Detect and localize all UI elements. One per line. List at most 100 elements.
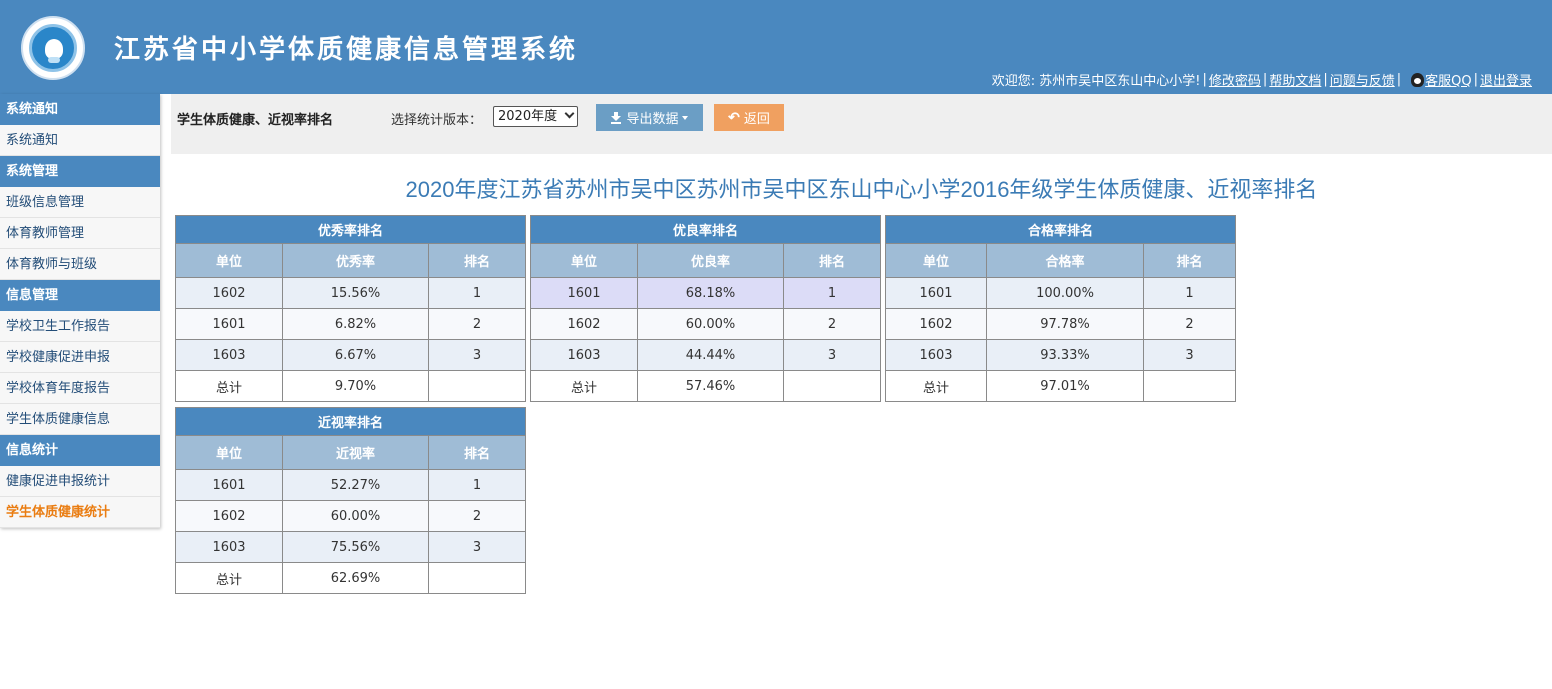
sidebar-item-student-health-info[interactable]: 学生体质健康信息	[0, 404, 160, 435]
separator: |	[1473, 72, 1478, 87]
sidebar-section-info-management[interactable]: 信息管理	[0, 280, 160, 311]
rate-cell: 93.33%	[986, 339, 1144, 371]
unit-cell: 1603	[530, 339, 638, 371]
column-header: 排名	[1142, 243, 1237, 278]
page-title: 学生体质健康、近视率排名	[177, 113, 334, 128]
toolbar: 学生体质健康、近视率排名 选择统计版本： 2020年度 导出数据 ↶ 返回	[171, 94, 1552, 154]
total-row: 总计 62.69%	[175, 562, 527, 594]
table-row: 1602 15.56% 1	[175, 277, 527, 309]
total-label-cell: 总计	[175, 370, 283, 402]
rank-cell: 1	[427, 277, 527, 309]
qq-icon	[1411, 73, 1425, 87]
qq-service-link[interactable]: 客服QQ	[1411, 70, 1472, 89]
column-header: 单位	[885, 243, 987, 278]
sidebar-section-system-management[interactable]: 系统管理	[0, 156, 160, 187]
dropdown-caret-icon	[681, 115, 688, 120]
rank-cell: 2	[1142, 308, 1237, 340]
separator: |	[1323, 72, 1328, 87]
welcome-text: 欢迎您: 苏州市吴中区东山中心小学!	[991, 74, 1201, 89]
unit-cell: 1602	[530, 308, 638, 340]
total-rank-cell	[427, 370, 527, 402]
rate-cell: 100.00%	[986, 277, 1144, 309]
column-header: 排名	[427, 435, 527, 470]
separator: |	[1396, 72, 1402, 87]
separator: |	[1262, 72, 1268, 87]
total-label-cell: 总计	[530, 370, 638, 402]
table-row: 1603 44.44% 3	[530, 339, 882, 371]
myopia-rate-table: 近视率排名 单位 近视率 排名 1601 52.27% 1 1602 60.00…	[174, 407, 527, 594]
total-rank-cell	[1142, 370, 1237, 402]
help-docs-link[interactable]: 帮助文档	[1269, 70, 1321, 89]
sidebar-nav: 系统通知 系统通知 系统管理 班级信息管理 体育教师管理 体育教师与班级 信息管…	[0, 94, 160, 528]
rate-cell: 60.00%	[637, 308, 784, 340]
version-select[interactable]: 2020年度	[493, 106, 578, 127]
qq-service-label: 客服QQ	[1425, 74, 1472, 89]
total-rate-cell: 57.46%	[637, 370, 784, 402]
sidebar-item-pe-annual-report[interactable]: 学校体育年度报告	[0, 373, 160, 404]
table-row: 1603 75.56% 3	[175, 531, 527, 563]
export-data-label: 导出数据	[626, 111, 679, 126]
table-caption: 优良率排名	[529, 215, 882, 244]
sidebar-item-health-promotion[interactable]: 学校健康促进申报	[0, 342, 160, 373]
sidebar-item-student-health-stats[interactable]: 学生体质健康统计	[0, 497, 160, 528]
total-rank-cell	[427, 562, 527, 594]
sidebar-item-hygiene-report[interactable]: 学校卫生工作报告	[0, 311, 160, 342]
user-bar: 欢迎您: 苏州市吴中区东山中心小学! | 修改密码 | 帮助文档 | 问题与反馈…	[992, 70, 1532, 89]
column-header: 单位	[530, 243, 638, 278]
table-caption: 近视率排名	[174, 407, 527, 436]
download-icon	[611, 112, 622, 124]
export-data-button[interactable]: 导出数据	[596, 104, 703, 131]
unit-cell: 1603	[175, 339, 283, 371]
total-rate-cell: 97.01%	[986, 370, 1144, 402]
sidebar-section-notice[interactable]: 系统通知	[0, 94, 160, 125]
unit-cell: 1601	[530, 277, 638, 309]
sidebar-item-system-notice[interactable]: 系统通知	[0, 125, 160, 156]
total-row: 总计 97.01%	[885, 370, 1237, 402]
table-caption: 合格率排名	[884, 215, 1237, 244]
rate-cell: 6.67%	[282, 339, 429, 371]
sidebar-item-teacher-class[interactable]: 体育教师与班级	[0, 249, 160, 280]
column-header: 优良率	[637, 243, 784, 278]
sidebar-item-pe-teachers[interactable]: 体育教师管理	[0, 218, 160, 249]
rank-cell: 2	[782, 308, 882, 340]
unit-cell: 1602	[175, 500, 283, 532]
version-label: 选择统计版本：	[391, 113, 483, 128]
feedback-link[interactable]: 问题与反馈	[1330, 70, 1395, 89]
column-header: 排名	[427, 243, 527, 278]
unit-cell: 1603	[175, 531, 283, 563]
rank-cell: 2	[427, 500, 527, 532]
logo-ring-icon	[29, 24, 77, 72]
rate-cell: 44.44%	[637, 339, 784, 371]
table-row: 1602 97.78% 2	[885, 308, 1237, 340]
chevron-down-icon	[564, 108, 575, 119]
change-password-link[interactable]: 修改密码	[1209, 70, 1261, 89]
pass-rate-table: 合格率排名 单位 合格率 排名 1601 100.00% 1 1602 97.7…	[884, 215, 1237, 402]
rate-cell: 68.18%	[637, 277, 784, 309]
sidebar-section-statistics[interactable]: 信息统计	[0, 435, 160, 466]
sidebar-item-class-info[interactable]: 班级信息管理	[0, 187, 160, 218]
unit-cell: 1601	[885, 277, 987, 309]
table-row: 1601 52.27% 1	[175, 469, 527, 501]
table-row: 1603 6.67% 3	[175, 339, 527, 371]
rank-cell: 1	[782, 277, 882, 309]
total-label-cell: 总计	[175, 562, 283, 594]
back-button[interactable]: ↶ 返回	[714, 104, 784, 131]
logo-book-icon	[48, 57, 60, 63]
column-header: 单位	[175, 243, 283, 278]
excellent-rate-table: 优秀率排名 单位 优秀率 排名 1602 15.56% 1 1601 6.82%…	[174, 215, 527, 402]
rank-cell: 3	[427, 339, 527, 371]
table-caption: 优秀率排名	[174, 215, 527, 244]
logout-link[interactable]: 退出登录	[1480, 70, 1532, 89]
table-row: 1603 93.33% 3	[885, 339, 1237, 371]
rank-cell: 1	[1142, 277, 1237, 309]
unit-cell: 1602	[885, 308, 987, 340]
total-row: 总计 57.46%	[530, 370, 882, 402]
table-row: 1602 60.00% 2	[530, 308, 882, 340]
rate-cell: 97.78%	[986, 308, 1144, 340]
column-header: 排名	[782, 243, 882, 278]
column-header: 合格率	[986, 243, 1144, 278]
sidebar-item-promotion-stats[interactable]: 健康促进申报统计	[0, 466, 160, 497]
rank-cell: 3	[782, 339, 882, 371]
top-header: 江苏省中小学体质健康信息管理系统 欢迎您: 苏州市吴中区东山中心小学! | 修改…	[0, 0, 1552, 94]
table-row: 1602 60.00% 2	[175, 500, 527, 532]
